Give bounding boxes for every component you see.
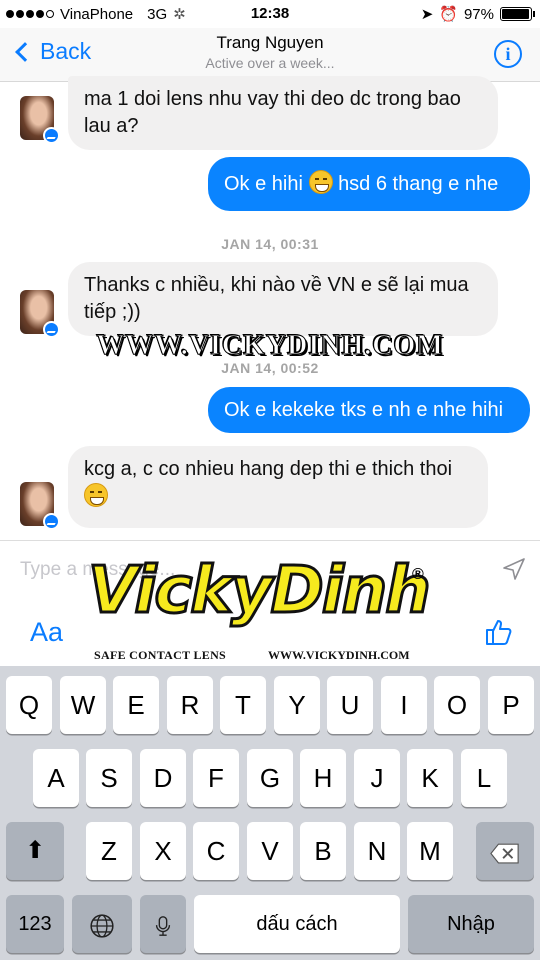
contact-status: Active over a week... — [205, 55, 335, 71]
alarm-icon: ⏰ — [439, 6, 458, 23]
delete-icon — [490, 843, 519, 864]
conversation-header: Back Trang Nguyen Active over a week... … — [0, 28, 540, 82]
watermark-url-banner: WWW.VICKYDINH.COM — [96, 330, 444, 362]
key-g[interactable]: G — [247, 749, 293, 807]
outgoing-message[interactable]: Ok e kekeke tks e nh e nhe hihi — [208, 387, 530, 433]
info-icon[interactable]: i — [494, 40, 522, 68]
incoming-message[interactable]: ma 1 doi lens nhu vay thi deo dc trong b… — [68, 76, 498, 150]
shift-key[interactable]: ⬆ — [6, 822, 64, 880]
status-bar: VinaPhone 3G ✲ 12:38 ➤ ⏰ 97% — [0, 0, 540, 28]
message-text: kcg a, c co nhieu hang dep thi e thich t… — [84, 458, 453, 480]
contact-avatar[interactable] — [20, 96, 60, 144]
key-a[interactable]: A — [33, 749, 79, 807]
globe-icon — [90, 914, 114, 938]
thumbs-up-icon[interactable] — [484, 617, 514, 647]
key-j[interactable]: J — [354, 749, 400, 807]
messenger-badge-icon — [43, 127, 60, 144]
location-arrow-icon: ➤ — [420, 6, 434, 23]
globe-key[interactable] — [72, 895, 132, 953]
key-b[interactable]: B — [300, 822, 346, 880]
return-key[interactable]: Nhập — [408, 895, 534, 953]
key-h[interactable]: H — [300, 749, 346, 807]
microphone-icon — [155, 916, 171, 936]
key-f[interactable]: F — [193, 749, 239, 807]
message-text: Ok e hihi — [224, 173, 303, 195]
messenger-badge-icon — [43, 513, 60, 530]
incoming-message[interactable]: kcg a, c co nhieu hang dep thi e thich t… — [68, 446, 488, 528]
send-icon[interactable] — [502, 557, 526, 581]
incoming-message[interactable]: Thanks c nhiều, khi nào về VN e sẽ lại m… — [68, 262, 498, 336]
key-l[interactable]: L — [461, 749, 507, 807]
text-format-button[interactable]: Aa — [30, 617, 63, 648]
key-x[interactable]: X — [140, 822, 186, 880]
grinning-emoji-icon — [308, 170, 333, 194]
key-z[interactable]: Z — [86, 822, 132, 880]
logo-tagline: SAFE CONTACT LENS — [94, 648, 227, 662]
smiling-emoji-icon — [84, 483, 108, 507]
key-r[interactable]: R — [167, 676, 213, 734]
key-u[interactable]: U — [327, 676, 373, 734]
key-m[interactable]: M — [407, 822, 453, 880]
outgoing-message[interactable]: Ok e hihi hsd 6 thang e nhe — [208, 157, 530, 211]
key-w[interactable]: W — [60, 676, 106, 734]
logo-url: WWW.VICKYDINH.COM — [268, 648, 410, 662]
key-d[interactable]: D — [140, 749, 186, 807]
key-c[interactable]: C — [193, 822, 239, 880]
battery-percent: 97% — [463, 5, 494, 23]
space-key[interactable]: dấu cách — [194, 895, 400, 953]
contact-avatar[interactable] — [20, 482, 60, 530]
key-v[interactable]: V — [247, 822, 293, 880]
backspace-key[interactable] — [476, 822, 534, 880]
key-y[interactable]: Y — [274, 676, 320, 734]
numbers-key[interactable]: 123 — [6, 895, 64, 953]
key-s[interactable]: S — [86, 749, 132, 807]
key-i[interactable]: I — [381, 676, 427, 734]
logo-wordmark: VickyDinh — [87, 553, 433, 630]
timestamp: JAN 14, 00:31 — [221, 236, 319, 252]
vickydinh-logo: VickyDinh ® SAFE CONTACT LENS WWW.VICKYD… — [80, 528, 460, 668]
dictation-key[interactable] — [140, 895, 186, 953]
contact-name[interactable]: Trang Nguyen — [0, 33, 540, 53]
key-e[interactable]: E — [113, 676, 159, 734]
keyboard: Q W E R T Y U I O P A S D F G H J K L ⬆ … — [0, 666, 540, 960]
key-t[interactable]: T — [220, 676, 266, 734]
message-text: hsd 6 thang e nhe — [338, 173, 499, 195]
key-n[interactable]: N — [354, 822, 400, 880]
timestamp: JAN 14, 00:52 — [221, 360, 319, 376]
key-k[interactable]: K — [407, 749, 453, 807]
key-p[interactable]: P — [488, 676, 534, 734]
battery-icon — [500, 7, 535, 21]
key-q[interactable]: Q — [6, 676, 52, 734]
key-o[interactable]: O — [434, 676, 480, 734]
shift-arrow-icon: ⬆ — [24, 837, 46, 864]
registered-mark: ® — [412, 566, 424, 583]
